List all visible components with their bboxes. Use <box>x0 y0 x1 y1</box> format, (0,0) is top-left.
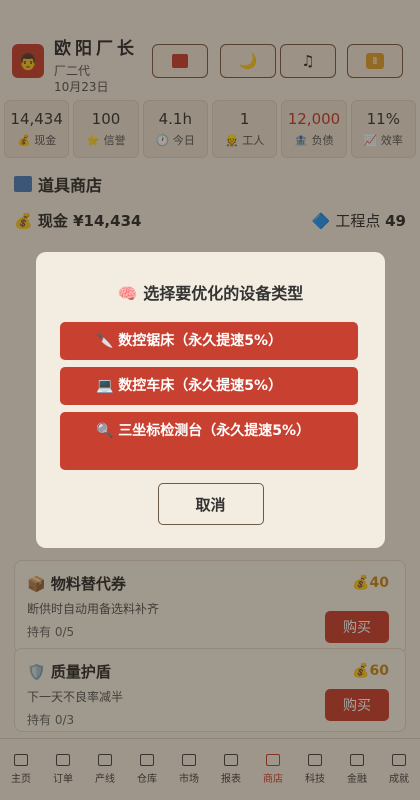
option-cnc-lathe-button[interactable]: 💻 数控车床（永久提速5%） <box>60 367 358 405</box>
option-cmm-button[interactable]: 🔍 三坐标检测台（永久提速5%） <box>60 412 358 470</box>
modal-title: 🧠 选择要优化的设备类型 <box>117 284 304 303</box>
equipment-select-modal: 🧠 选择要优化的设备类型 🔪 数控锯床（永久提速5%） 💻 数控车床（永久提速5… <box>36 252 385 548</box>
option-cnc-saw-button[interactable]: 🔪 数控锯床（永久提速5%） <box>60 322 358 360</box>
cancel-button[interactable]: 取消 <box>157 483 264 525</box>
